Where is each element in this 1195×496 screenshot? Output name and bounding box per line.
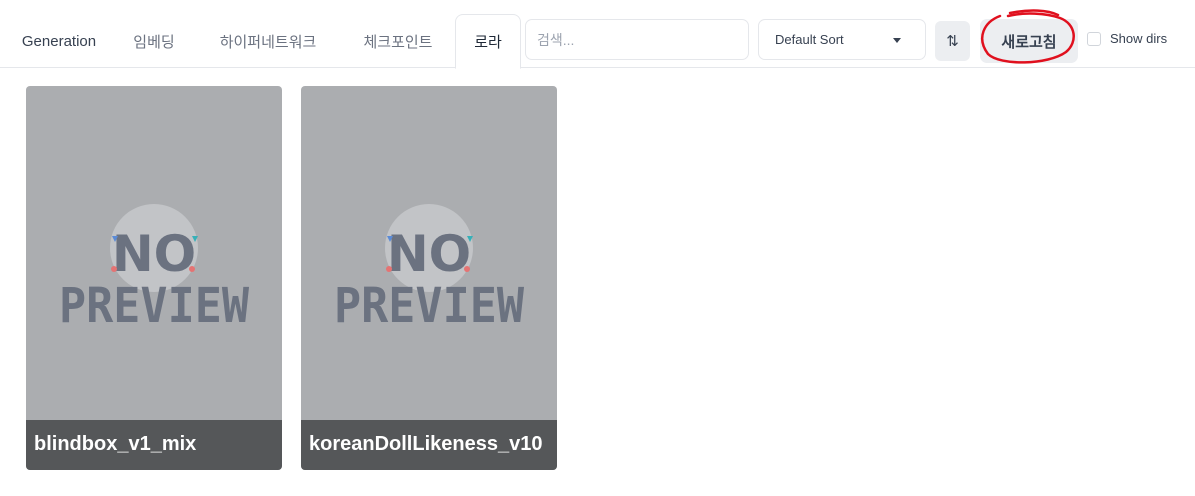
caret-down-icon bbox=[893, 38, 901, 43]
svg-text:PREVIEW: PREVIEW bbox=[59, 278, 249, 334]
lora-card[interactable]: NO PREVIEW koreanDollLikeness_v10 bbox=[301, 86, 557, 470]
sort-dropdown[interactable]: Default Sort bbox=[758, 19, 926, 60]
tab-label: 로라 bbox=[474, 34, 502, 51]
card-name: blindbox_v1_mix bbox=[26, 420, 282, 470]
svg-text:NO: NO bbox=[387, 225, 471, 283]
sort-direction-button[interactable]: ⇅ bbox=[935, 21, 970, 61]
tab-hypernetwork[interactable]: 하이퍼네트워크 bbox=[200, 14, 336, 68]
show-dirs-toggle[interactable]: Show dirs bbox=[1087, 31, 1167, 46]
sort-selected-value: Default Sort bbox=[775, 32, 844, 47]
show-dirs-label: Show dirs bbox=[1110, 31, 1168, 46]
svg-text:NO: NO bbox=[112, 225, 196, 283]
no-preview-image: NO PREVIEW bbox=[334, 204, 524, 334]
refresh-button-label: 새로고침 bbox=[1001, 33, 1057, 51]
tab-lora[interactable]: 로라 bbox=[455, 14, 521, 69]
lora-card[interactable]: NO PREVIEW blindbox_v1_mix bbox=[26, 86, 282, 470]
extra-networks-toolbar: Generation 임베딩 하이퍼네트워크 체크포인트 로라 Default … bbox=[0, 0, 1195, 69]
tab-label: 임베딩 bbox=[133, 33, 175, 51]
card-name: koreanDollLikeness_v10 bbox=[301, 420, 557, 470]
tab-embedding[interactable]: 임베딩 bbox=[118, 14, 190, 68]
tab-label: Generation bbox=[21, 32, 97, 50]
svg-text:PREVIEW: PREVIEW bbox=[334, 278, 524, 334]
tab-checkpoint[interactable]: 체크포인트 bbox=[346, 14, 450, 68]
no-preview-image: NO PREVIEW bbox=[59, 204, 249, 334]
swap-vertical-icon: ⇅ bbox=[946, 32, 959, 50]
tab-generation[interactable]: Generation bbox=[10, 14, 108, 68]
refresh-button[interactable]: 새로고침 bbox=[980, 19, 1078, 63]
tab-label: 체크포인트 bbox=[363, 33, 433, 51]
tab-label: 하이퍼네트워크 bbox=[219, 33, 317, 51]
show-dirs-checkbox[interactable] bbox=[1087, 31, 1101, 46]
search-input[interactable] bbox=[525, 19, 749, 60]
